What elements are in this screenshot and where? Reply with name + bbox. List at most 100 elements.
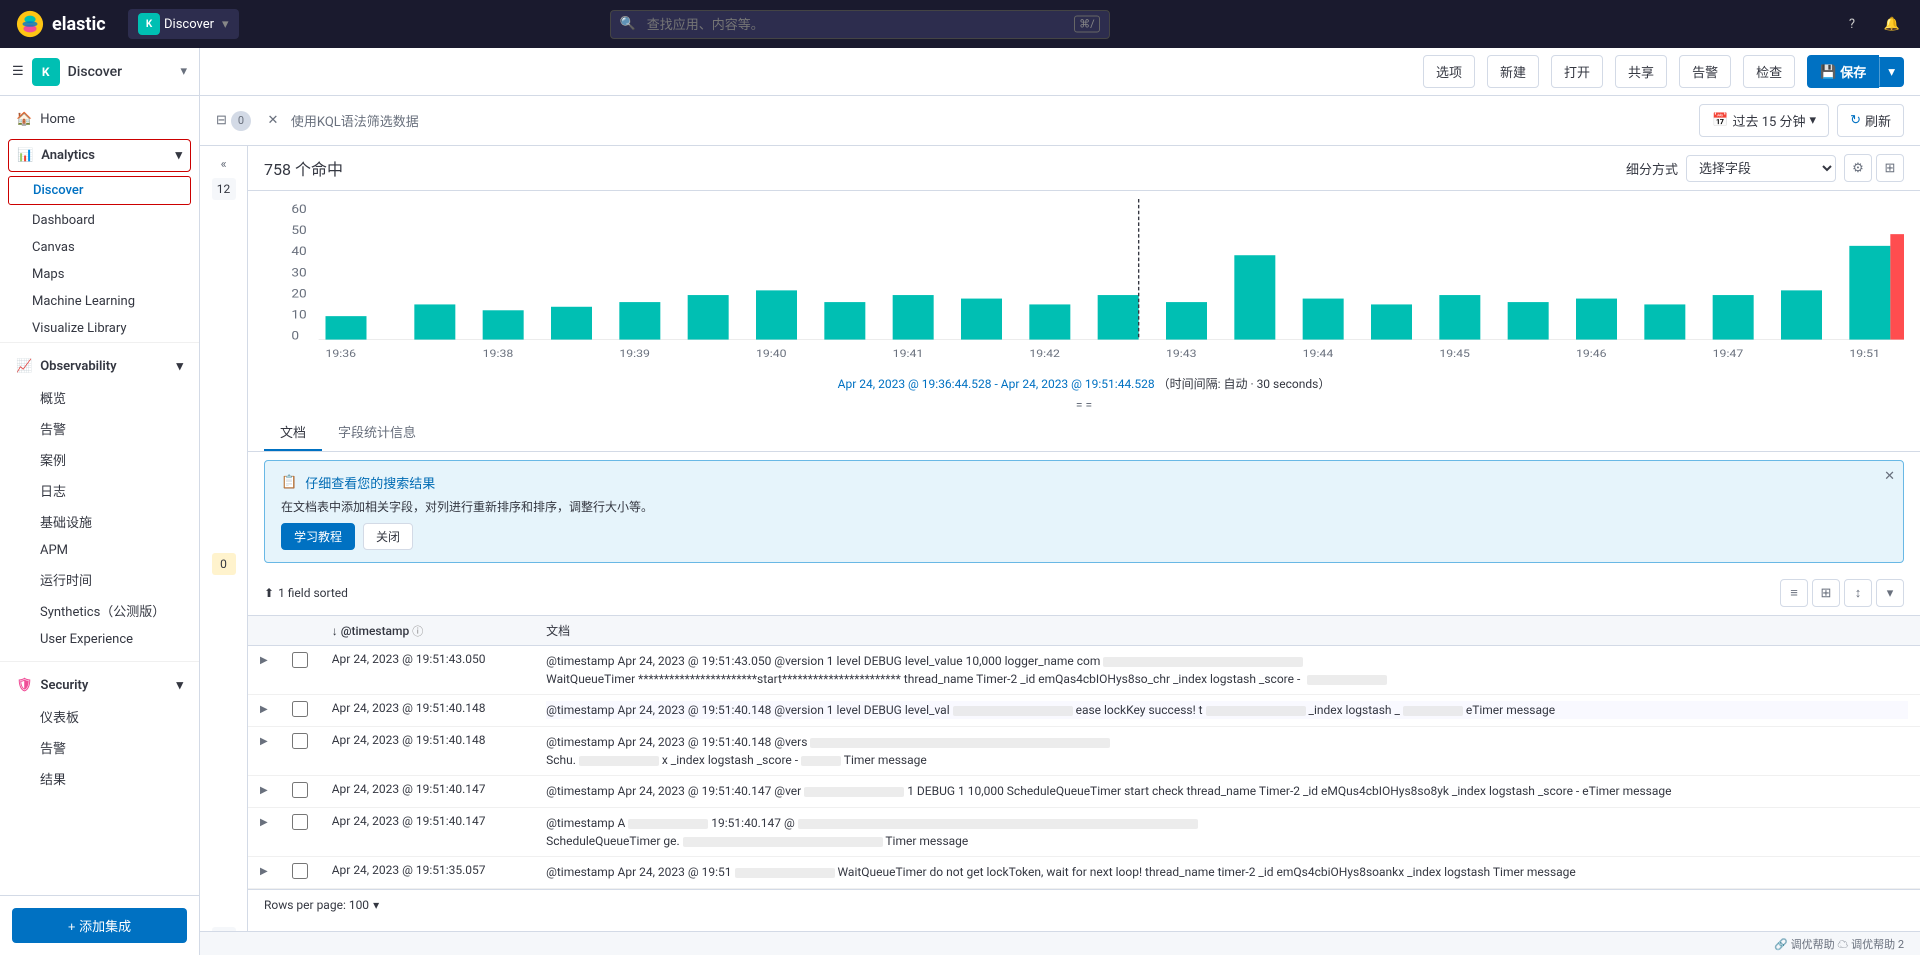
sidebar-item-uptime[interactable]: 运行时间 <box>8 564 199 595</box>
table-toolbar: ⬆ 1 field sorted ≡ ⊞ ↕ ▾ <box>248 571 1920 616</box>
sidebar-item-synthetics[interactable]: Synthetics（公测版） <box>8 595 199 626</box>
row-checkbox[interactable] <box>292 814 308 830</box>
row-expand-cell[interactable]: ▶ <box>248 776 280 808</box>
left-num-12[interactable]: 12 <box>212 178 236 200</box>
sidebar-item-viz[interactable]: Visualize Library <box>0 315 199 342</box>
sidebar-item-discover[interactable]: Discover <box>8 176 191 205</box>
sidebar-item-cases[interactable]: 案例 <box>8 444 199 475</box>
tab-field-stats[interactable]: 字段统计信息 <box>322 414 432 451</box>
tab-documents[interactable]: 文档 <box>264 414 322 451</box>
left-num-0[interactable]: 0 <box>212 553 236 575</box>
sidebar-item-user-experience[interactable]: User Experience <box>8 626 199 653</box>
row-check-cell[interactable] <box>280 857 320 889</box>
save-dropdown-button[interactable]: ▾ <box>1879 57 1904 87</box>
sidebar-item-overview[interactable]: 概览 <box>8 382 199 413</box>
row-expand-cell[interactable]: ▶ <box>248 727 280 776</box>
svg-text:19:44: 19:44 <box>1303 347 1334 360</box>
help-icon[interactable]: ? <box>1840 12 1864 36</box>
sidebar-item-maps[interactable]: Maps <box>0 261 199 288</box>
analytics-header[interactable]: 📊 Analytics ▾ <box>9 140 190 171</box>
row-expand-cell[interactable]: ▶ <box>248 857 280 889</box>
row-check-cell[interactable] <box>280 646 320 695</box>
sidebar-item-sec-dashboard[interactable]: 仪表板 <box>8 701 199 732</box>
time-range-button[interactable]: 📅 过去 15 分钟 ▾ <box>1699 104 1829 137</box>
security-section: 🛡 Security ▾ 仪表板 告警 结果 <box>0 661 199 802</box>
sidebar-bottom: + 添加集成 <box>0 895 199 955</box>
bar-16 <box>1371 304 1412 339</box>
sidebar-item-sec-alerts[interactable]: 告警 <box>8 732 199 763</box>
row-check-cell[interactable] <box>280 808 320 857</box>
collapse-arrow[interactable]: « <box>214 154 234 174</box>
rows-dropdown-icon[interactable]: ▾ <box>373 898 379 912</box>
sidebar-item-apm[interactable]: APM <box>8 537 199 564</box>
app-switcher[interactable]: K Discover ▾ <box>128 9 239 39</box>
sidebar-item-home[interactable]: 🏠 Home <box>0 104 199 135</box>
sidebar-item-alerts[interactable]: 告警 <box>8 413 199 444</box>
close-banner-button[interactable]: 关闭 <box>363 523 413 550</box>
sidebar-item-canvas[interactable]: Canvas <box>0 234 199 261</box>
expand-icon[interactable]: ▶ <box>260 785 268 796</box>
hamburger-icon[interactable]: ☰ <box>12 64 24 79</box>
security-header[interactable]: 🛡 Security ▾ <box>0 670 199 701</box>
filter-icon[interactable]: ⊟ 0 <box>216 111 251 131</box>
row-check-cell[interactable] <box>280 695 320 727</box>
expand-icon[interactable]: ▶ <box>260 655 268 666</box>
svg-text:19:41: 19:41 <box>893 347 924 360</box>
expand-icon[interactable]: ▶ <box>260 866 268 877</box>
view-single-icon[interactable]: ≡ <box>1780 579 1808 607</box>
observability-header[interactable]: 📈 Observability ▾ <box>0 351 199 382</box>
sidebar-item-sec-results[interactable]: 结果 <box>8 763 199 794</box>
sidebar-item-ml[interactable]: Machine Learning <box>0 288 199 315</box>
chart-config-icon[interactable]: ⊞ <box>1876 154 1904 182</box>
share-button[interactable]: 共享 <box>1615 55 1667 88</box>
filter-close-icon[interactable]: ✕ <box>263 111 283 131</box>
new-button[interactable]: 新建 <box>1487 55 1539 88</box>
sidebar-item-infra[interactable]: 基础设施 <box>8 506 199 537</box>
field-select[interactable]: 选择字段 <box>1686 155 1836 182</box>
sidebar-item-dashboard[interactable]: Dashboard <box>0 207 199 234</box>
col-timestamp[interactable]: ↓ @timestamp ⓘ <box>320 616 534 646</box>
add-integration-button[interactable]: + 添加集成 <box>12 908 187 943</box>
alert-button[interactable]: 告警 <box>1679 55 1731 88</box>
view-columns-icon[interactable]: ▾ <box>1876 579 1904 607</box>
bar-5 <box>619 302 660 339</box>
histogram: 60 50 40 30 20 10 0 <box>248 191 1920 371</box>
save-main-button[interactable]: 💾 保存 <box>1807 55 1879 88</box>
security-items: 仪表板 告警 结果 <box>0 701 199 794</box>
doc-cell: @timestamp Apr 24, 2023 @ 19:51:40.148 @… <box>534 695 1920 727</box>
row-checkbox[interactable] <box>292 733 308 749</box>
drag-handle[interactable]: = = <box>248 396 1920 414</box>
view-grid-icon[interactable]: ⊞ <box>1812 579 1840 607</box>
kql-input[interactable]: 使用KQL语法筛选数据 <box>291 111 1691 130</box>
row-check-cell[interactable] <box>280 776 320 808</box>
chart-settings-icon[interactable]: ⚙ <box>1844 154 1872 182</box>
expand-icon[interactable]: ▶ <box>260 736 268 747</box>
sidebar-item-logs[interactable]: 日志 <box>8 475 199 506</box>
row-check-cell[interactable] <box>280 727 320 776</box>
doc-content: @timestamp Apr 24, 2023 @ 19:51 WaitQueu… <box>546 863 1908 881</box>
expand-icon[interactable]: ▶ <box>260 704 268 715</box>
col-document[interactable]: 文档 <box>534 616 1920 646</box>
search-input[interactable] <box>610 10 1110 39</box>
notifications-icon[interactable]: 🔔 <box>1880 12 1904 36</box>
learn-button[interactable]: 学习教程 <box>281 523 355 550</box>
row-checkbox[interactable] <box>292 701 308 717</box>
row-checkbox[interactable] <box>292 863 308 879</box>
doc-cell: @timestamp Apr 24, 2023 @ 19:51 WaitQueu… <box>534 857 1920 889</box>
row-checkbox[interactable] <box>292 652 308 668</box>
sidebar-dropdown-icon[interactable]: ▾ <box>180 64 187 79</box>
row-expand-cell[interactable]: ▶ <box>248 695 280 727</box>
svg-text:19:45: 19:45 <box>1439 347 1470 360</box>
options-button[interactable]: 选项 <box>1423 55 1475 88</box>
inspect-button[interactable]: 检查 <box>1743 55 1795 88</box>
home-label: Home <box>40 112 75 127</box>
elastic-logo[interactable]: elastic <box>16 10 116 38</box>
expand-icon[interactable]: ▶ <box>260 817 268 828</box>
info-banner-close-icon[interactable]: ✕ <box>1884 469 1895 484</box>
refresh-button[interactable]: ↻ 刷新 <box>1837 104 1904 137</box>
view-expand-icon[interactable]: ↕ <box>1844 579 1872 607</box>
row-expand-cell[interactable]: ▶ <box>248 646 280 695</box>
open-button[interactable]: 打开 <box>1551 55 1603 88</box>
row-checkbox[interactable] <box>292 782 308 798</box>
row-expand-cell[interactable]: ▶ <box>248 808 280 857</box>
